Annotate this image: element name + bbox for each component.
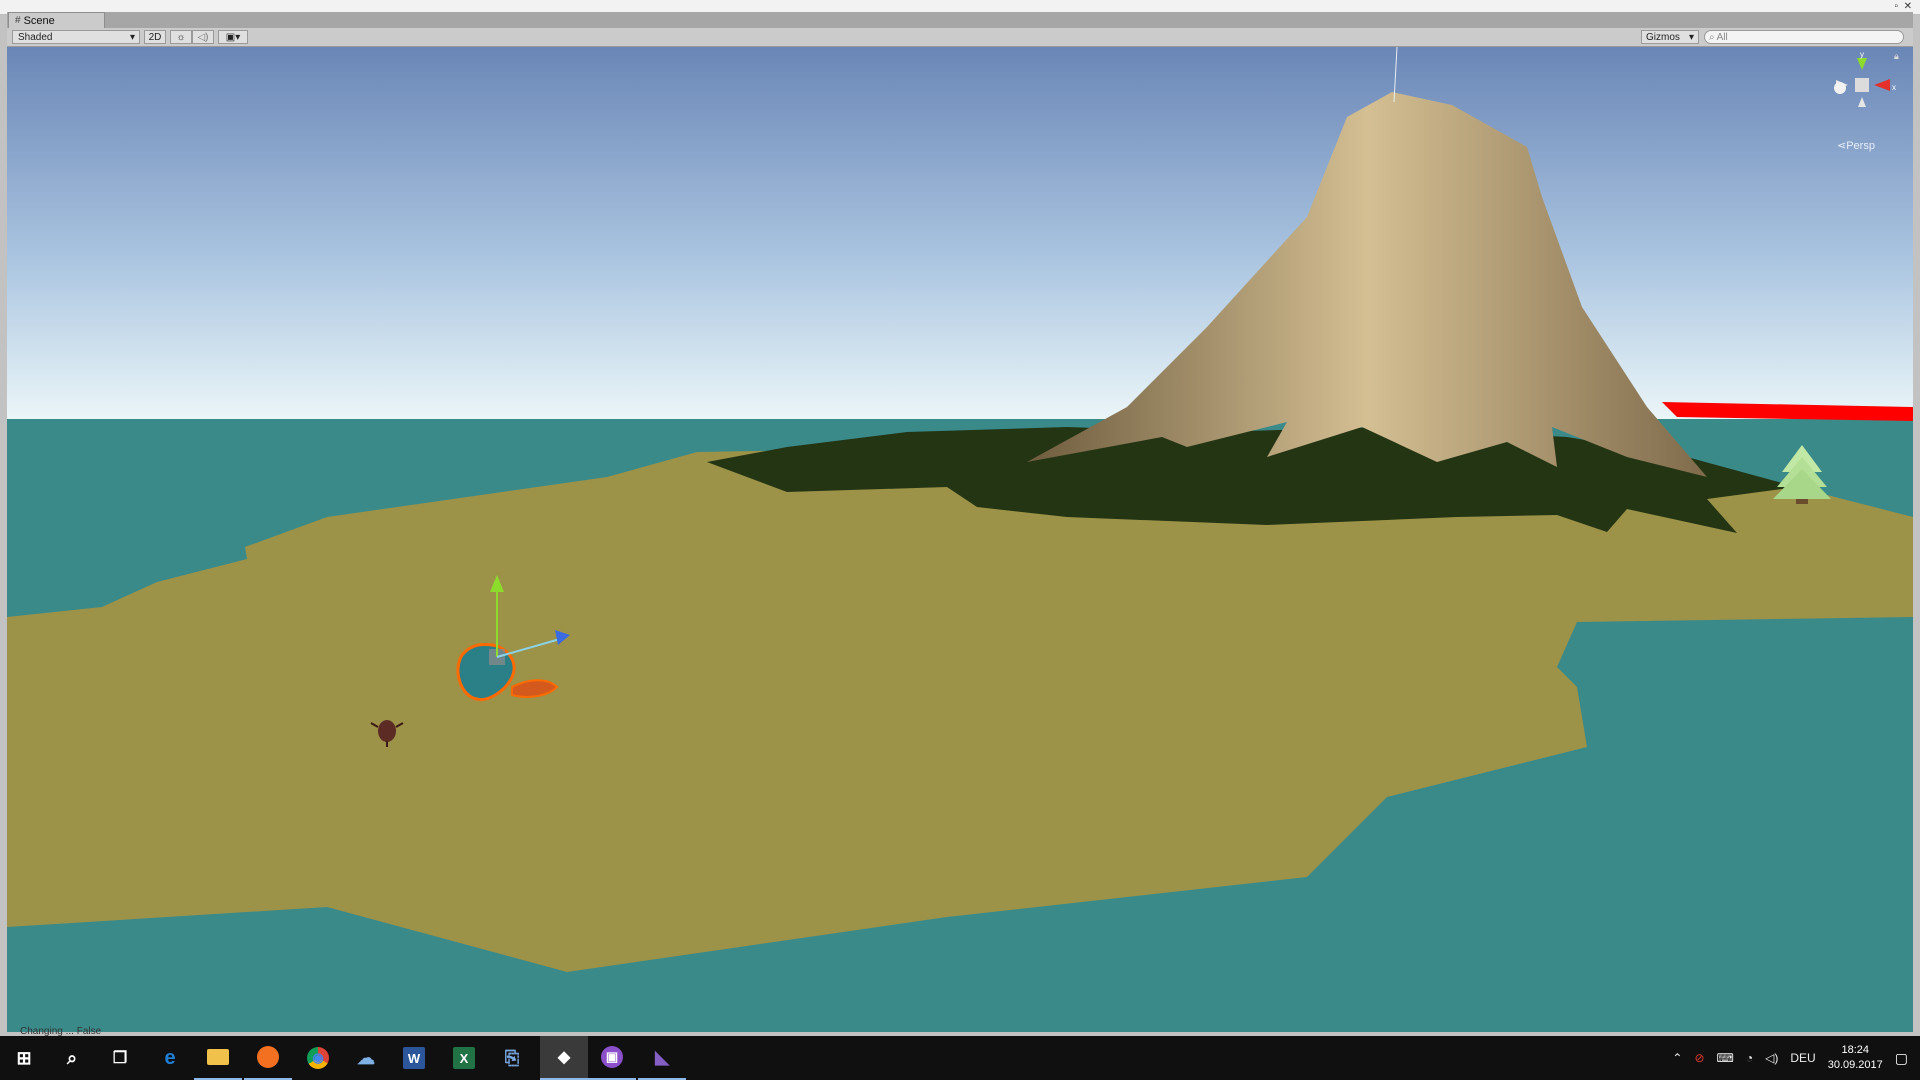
taskbar-network-tool[interactable]: ⎘ (488, 1036, 536, 1080)
tab-bar (7, 12, 1913, 28)
task-view-button[interactable]: ❐ (96, 1036, 144, 1080)
taskbar-purple-app[interactable]: ▣ (588, 1036, 636, 1080)
tab-scene[interactable]: # Scene (8, 12, 105, 28)
perspective-icon: ⋖ (1837, 140, 1847, 152)
search-placeholder: All (1716, 31, 1728, 43)
grid-icon: # (15, 15, 21, 26)
toggle-2d-button[interactable]: 2D (144, 30, 166, 44)
taskbar-blue-app[interactable]: ☁ (342, 1036, 390, 1080)
firefox-icon: ● (257, 1046, 279, 1068)
tab-scene-label: Scene (23, 14, 55, 27)
clock[interactable]: 18:24 30.09.2017 (1828, 1043, 1883, 1073)
excel-icon: X (453, 1047, 475, 1069)
taskbar-firefox[interactable]: ● (244, 1036, 292, 1080)
clock-date: 30.09.2017 (1827, 1059, 1883, 1071)
gizmos-dropdown[interactable]: Gizmos ▾ (1641, 30, 1699, 44)
sun-icon: ☼ (176, 31, 186, 43)
gizmo-center-cube[interactable] (1855, 78, 1869, 92)
projection-label: Persp (1846, 140, 1875, 152)
scene-render[interactable] (7, 47, 1913, 1032)
taskbar-unity[interactable]: ◆ (540, 1036, 588, 1080)
keyboard-icon[interactable]: ⌨ (1717, 1051, 1734, 1065)
image-icon: ▣ (225, 31, 236, 43)
visual-studio-icon: ◣ (655, 1046, 669, 1067)
language-indicator[interactable]: DEU (1790, 1051, 1815, 1065)
word-icon: W (403, 1047, 425, 1069)
taskbar-edge[interactable]: e (146, 1036, 194, 1080)
tray-chevron-icon[interactable]: ⌃ (1672, 1051, 1682, 1065)
maximize-icon[interactable]: ▫ (1894, 1, 1898, 12)
system-tray: ⌃ ⊘ ⌨ ◔ ◁) DEU 18:24 30.09.2017 ▢ (1672, 1036, 1920, 1080)
sky (7, 47, 1913, 427)
unity-editor-window: ▫ ✕ # Scene Shaded ▾ 2D ☼ ◁) ▣ ▾ Gizmos … (0, 0, 1920, 1037)
antivirus-icon[interactable]: ⊘ (1694, 1051, 1704, 1065)
shading-mode-value: Shaded (18, 31, 53, 43)
chevron-down-icon: ▾ (1688, 31, 1694, 43)
axis-x-label: x (1892, 83, 1896, 92)
start-button[interactable]: ⊞ (0, 1036, 48, 1080)
folder-icon: ▬ (207, 1049, 229, 1065)
taskbar-file-explorer[interactable]: ▬ (194, 1036, 242, 1080)
orientation-gizmo[interactable]: y x (1822, 52, 1902, 132)
search-icon: ⌕ (1709, 31, 1715, 43)
taskbar-visual-studio[interactable]: ◣ (638, 1036, 686, 1080)
windows-taskbar: ⊞ ⌕ ❐ e ▬ ● ◉ ☁ W X ⎘ ◆ ▣ ◣ (0, 1036, 1920, 1080)
y-axis-cone[interactable] (1857, 58, 1867, 70)
lighting-toggle-button[interactable]: ☼ (170, 30, 192, 44)
x-axis-cone[interactable] (1874, 79, 1890, 91)
axis-y-label: y (1860, 52, 1864, 59)
scene-viewport[interactable]: y x 🔒︎ ⋖Persp (7, 47, 1913, 1032)
neg-y-axis-cone[interactable] (1858, 97, 1866, 107)
taskbar-chrome[interactable]: ◉ (294, 1036, 342, 1080)
scene-toolbar: Shaded ▾ 2D ☼ ◁) ▣ ▾ Gizmos ▾ ⌕ All (7, 28, 1913, 47)
windows-logo-icon: ⊞ (16, 1047, 32, 1068)
chevron-down-icon: ▾ (129, 31, 135, 43)
chevron-down-icon: ▾ (235, 31, 241, 43)
lock-icon[interactable]: 🔒︎ (1894, 51, 1899, 62)
notification-center-icon[interactable]: ▢ (1895, 1050, 1908, 1067)
close-icon[interactable]: ✕ (1904, 1, 1912, 12)
hierarchy-search-input[interactable]: ⌕ All (1704, 30, 1904, 44)
z-axis-knob[interactable] (1834, 82, 1846, 94)
projection-toggle[interactable]: ⋖Persp (1837, 139, 1875, 152)
edge-icon: e (164, 1046, 176, 1069)
task-view-icon: ❐ (112, 1050, 128, 1067)
effects-dropdown-button[interactable]: ▣ ▾ (218, 30, 248, 44)
purple-app-icon: ▣ (601, 1046, 623, 1068)
clock-time: 18:24 (1841, 1044, 1869, 1056)
taskbar-excel[interactable]: X (440, 1036, 488, 1080)
taskbar-word[interactable]: W (390, 1036, 438, 1080)
cloud-icon: ☁ (357, 1047, 375, 1068)
network-icon: ⎘ (504, 1047, 520, 1068)
chrome-icon: ◉ (307, 1047, 329, 1069)
unity-icon: ◆ (557, 1049, 571, 1066)
search-icon: ⌕ (66, 1047, 78, 1068)
shading-mode-dropdown[interactable]: Shaded ▾ (12, 30, 140, 44)
search-button[interactable]: ⌕ (48, 1036, 96, 1080)
wifi-icon[interactable]: ◔ (1746, 1051, 1753, 1065)
audio-toggle-button[interactable]: ◁) (192, 30, 214, 44)
volume-icon[interactable]: ◁) (1765, 1051, 1778, 1065)
speaker-icon: ◁) (197, 31, 209, 43)
gizmos-label: Gizmos (1646, 31, 1680, 43)
